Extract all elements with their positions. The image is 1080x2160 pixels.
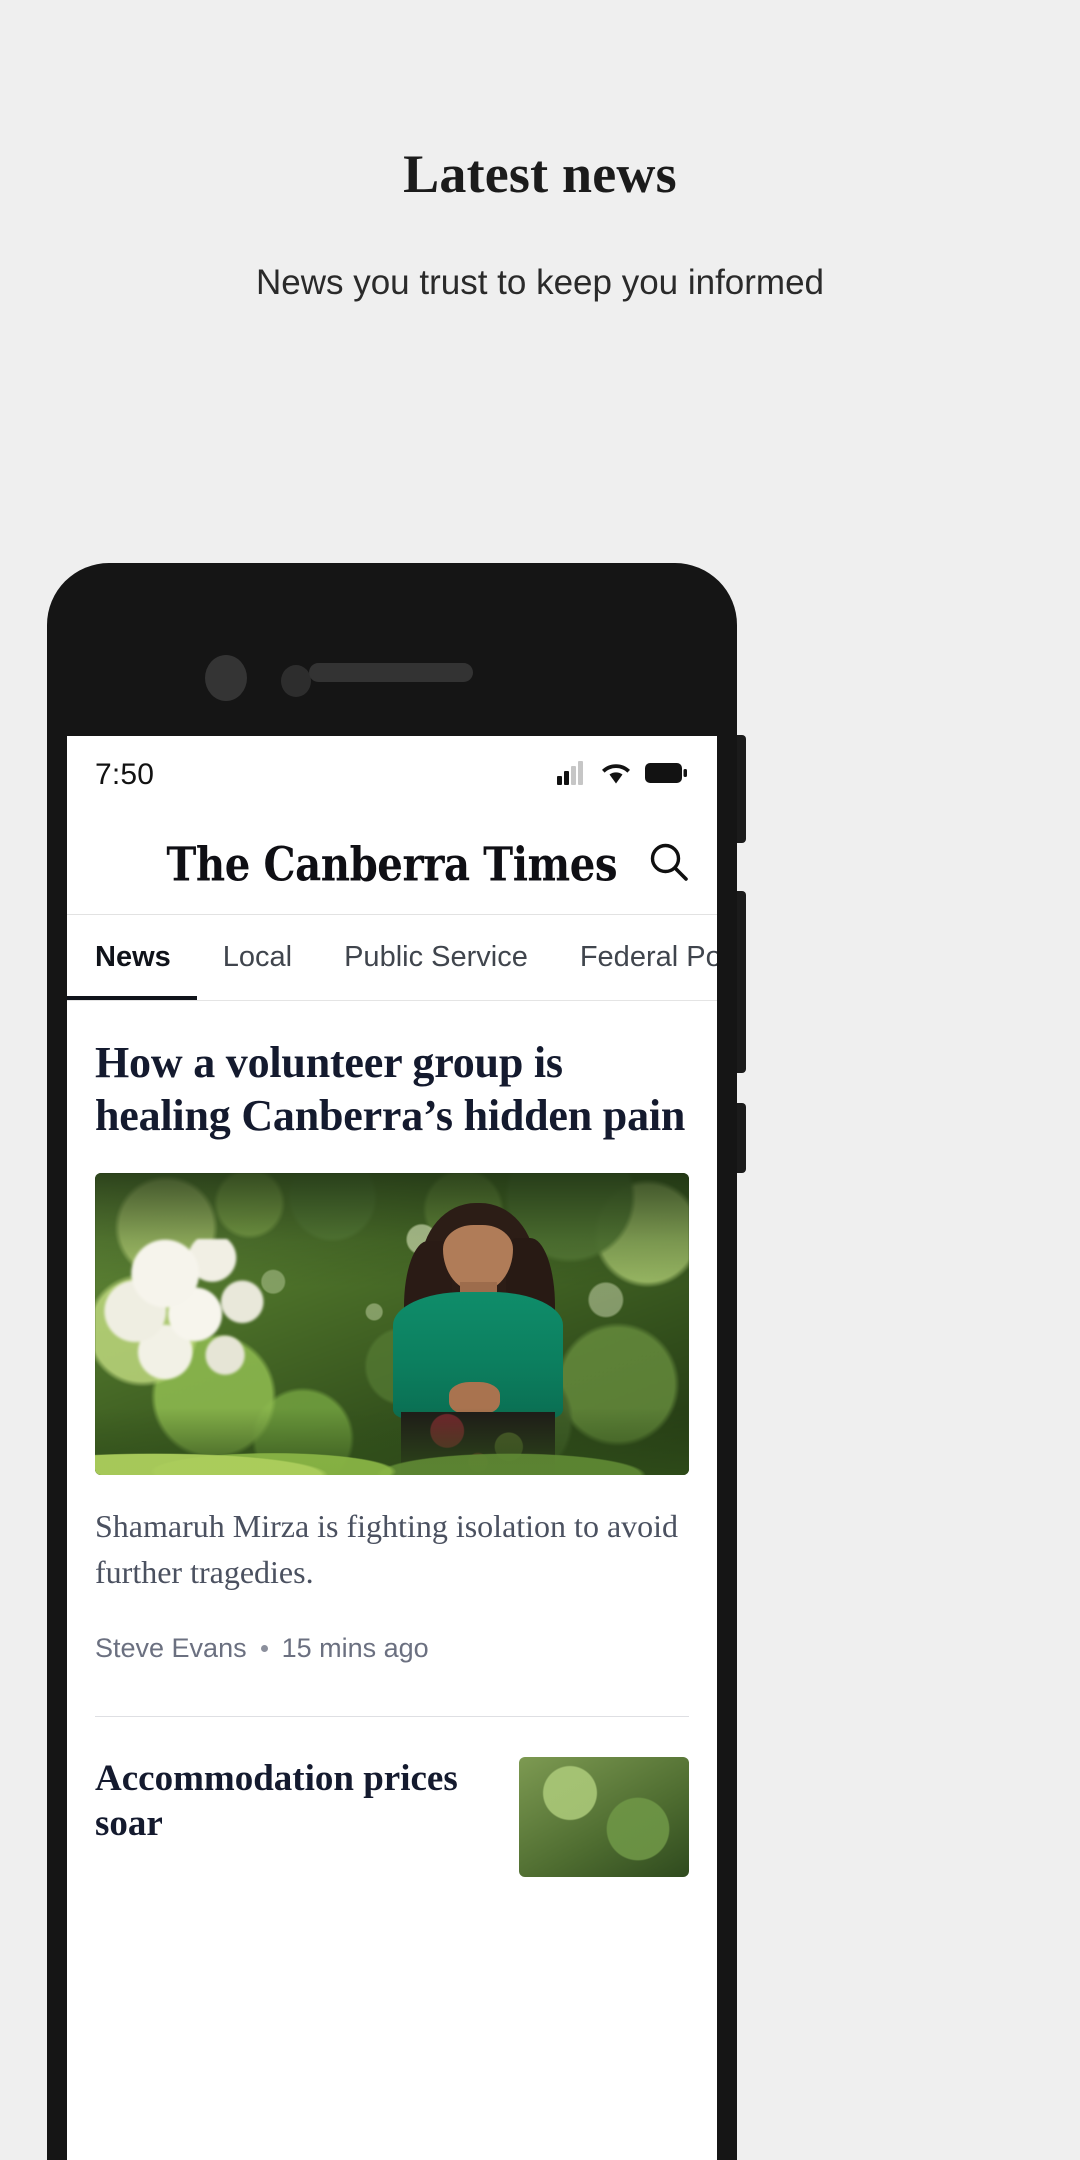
status-bar-clock: 7:50 xyxy=(95,758,155,791)
tab-public-service[interactable]: Public Service xyxy=(318,915,554,1000)
tab-public-service-label: Public Service xyxy=(344,941,528,973)
search-button[interactable] xyxy=(641,836,697,892)
feed-divider xyxy=(95,1716,689,1718)
promo-subtitle: News you trust to keep you informed xyxy=(255,263,825,303)
volume-down-button[interactable] xyxy=(737,891,746,1073)
second-article-headline[interactable]: Accommodation prices soar xyxy=(95,1757,495,1846)
wifi-icon xyxy=(601,761,631,790)
section-tab-bar[interactable]: News Local Public Service Federal Politi… xyxy=(67,915,717,1001)
promo-header: Latest news News you trust to keep you i… xyxy=(0,0,1080,304)
lead-article-headline[interactable]: How a volunteer group is healing Canberr… xyxy=(95,1037,689,1143)
tab-federal-politics-label: Federal Politics xyxy=(579,941,717,973)
phone-device-frame: 7:50 The Canberra Times News Local Publi… xyxy=(47,563,746,2160)
power-button[interactable] xyxy=(737,1103,746,1173)
cellular-signal-icon xyxy=(557,760,587,790)
battery-full-icon xyxy=(645,762,687,789)
status-bar-icons xyxy=(557,760,687,790)
byline-separator-dot xyxy=(260,1645,268,1653)
byline-timestamp: 15 mins ago xyxy=(281,1633,429,1664)
sensor-icon xyxy=(281,665,311,697)
second-article-card[interactable]: Accommodation prices soar xyxy=(95,1757,689,1878)
lead-article-standfirst: Shamaruh Mirza is fighting isolation to … xyxy=(95,1507,679,1590)
tab-news-label: News xyxy=(95,941,171,973)
lead-article-image[interactable] xyxy=(95,1172,689,1475)
earpiece-speaker xyxy=(309,663,473,682)
phone-screen: 7:50 The Canberra Times News Local Publi… xyxy=(67,736,717,2160)
volume-up-button[interactable] xyxy=(737,735,746,843)
canberra-times-logo[interactable]: The Canberra Times xyxy=(167,837,618,892)
photo-grass-layer xyxy=(95,1408,689,1475)
article-feed: How a volunteer group is healing Canberr… xyxy=(67,1037,717,1878)
tab-local-label: Local xyxy=(222,941,293,973)
lead-article-byline: Steve Evans 15 mins ago xyxy=(95,1633,689,1664)
tab-news[interactable]: News xyxy=(67,915,197,1000)
front-camera-icon xyxy=(205,655,247,701)
search-icon xyxy=(646,839,692,890)
tab-federal-politics[interactable]: Federal Politics xyxy=(554,915,717,1000)
second-article-thumbnail[interactable] xyxy=(519,1757,689,1878)
status-bar: 7:50 xyxy=(67,736,717,814)
app-masthead: The Canberra Times xyxy=(67,814,717,915)
lead-article-card[interactable]: How a volunteer group is healing Canberr… xyxy=(95,1037,689,1664)
promo-title: Latest news xyxy=(403,144,677,204)
tab-local[interactable]: Local xyxy=(197,915,318,1000)
byline-author[interactable]: Steve Evans xyxy=(95,1633,247,1664)
photo-white-roses xyxy=(100,1239,315,1397)
